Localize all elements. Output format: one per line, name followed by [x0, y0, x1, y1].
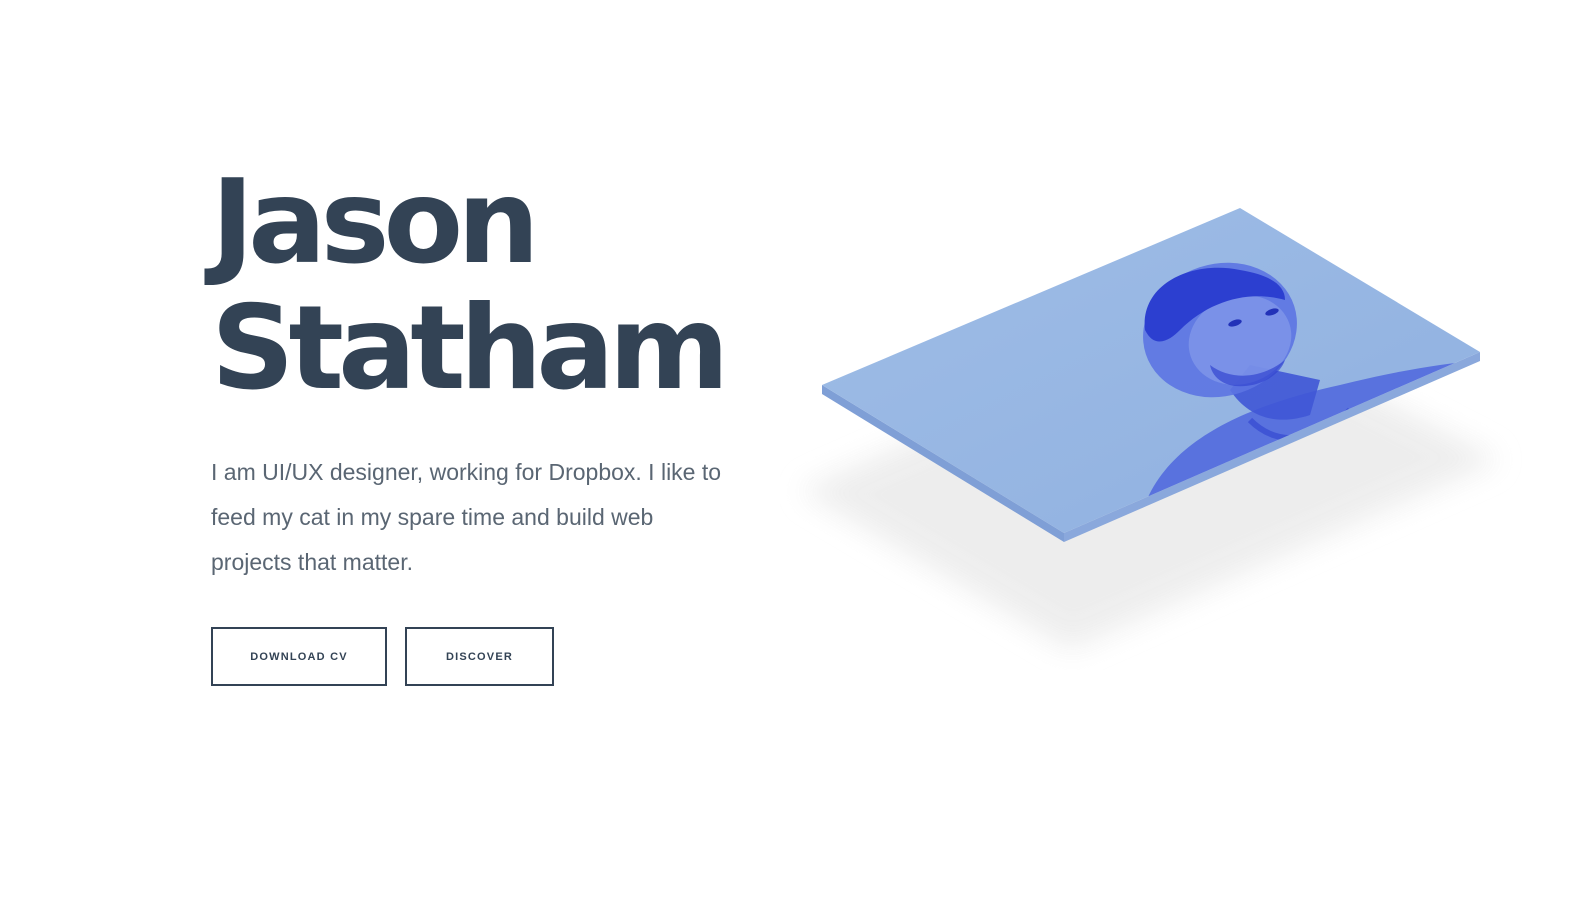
isometric-portrait-card [780, 190, 1540, 670]
hero-text-block: Jason Statham I am UI/UX designer, worki… [211, 160, 771, 585]
discover-button[interactable]: DISCOVER [405, 627, 554, 686]
hero-name: Jason Statham [211, 160, 771, 412]
hero-first-name: Jason [211, 155, 540, 290]
download-cv-button[interactable]: DOWNLOAD CV [211, 627, 387, 686]
hero-page: Jason Statham I am UI/UX designer, worki… [0, 0, 1590, 903]
hero-actions: DOWNLOAD CV DISCOVER [211, 627, 554, 686]
hero-bio: I am UI/UX designer, working for Dropbox… [211, 459, 722, 575]
hero-last-name: Statham [211, 281, 729, 416]
portrait-illustration [800, 208, 1500, 650]
